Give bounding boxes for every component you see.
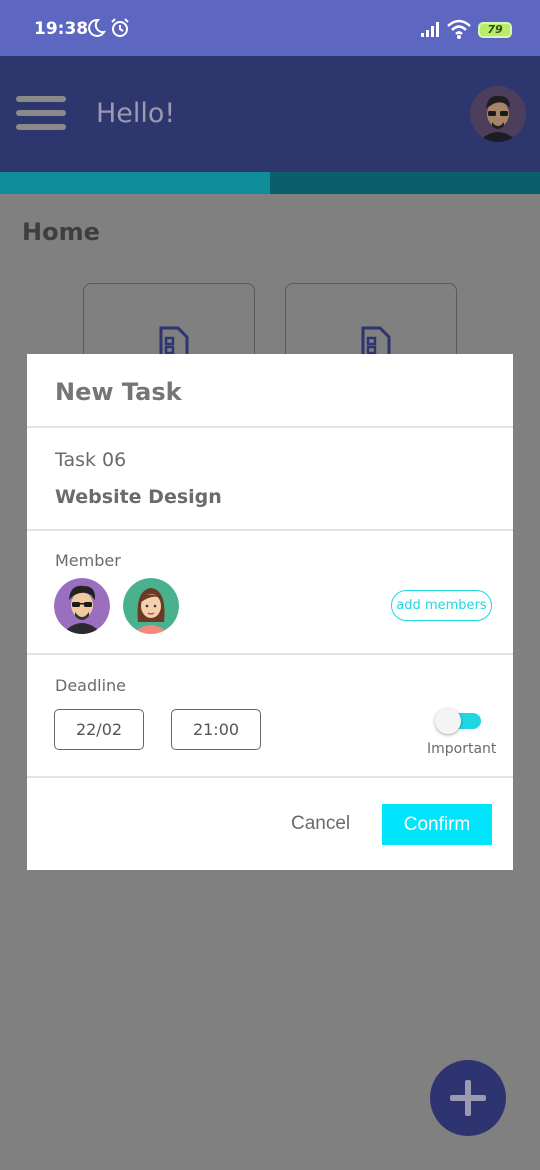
battery-level: 79 — [487, 23, 503, 36]
status-bar: 19:38 79 — [0, 0, 540, 56]
female-avatar-icon — [123, 578, 179, 634]
toggle-knob — [435, 708, 461, 734]
confirm-button[interactable]: Confirm — [382, 804, 492, 845]
divider — [27, 529, 513, 531]
page-title: Home — [22, 218, 100, 246]
cancel-button[interactable]: Cancel — [291, 813, 350, 835]
deadline-date-field[interactable]: 22/02 — [54, 709, 144, 750]
male-avatar-icon — [470, 86, 526, 142]
add-members-button[interactable]: add members — [391, 590, 492, 621]
add-task-fab[interactable] — [430, 1060, 506, 1136]
male-avatar-icon — [54, 578, 110, 634]
hamburger-menu-icon[interactable] — [16, 96, 66, 132]
divider — [27, 776, 513, 778]
divider — [27, 653, 513, 655]
deadline-label: Deadline — [55, 676, 126, 695]
battery-icon: 79 — [478, 22, 512, 38]
deadline-time-field[interactable]: 21:00 — [171, 709, 261, 750]
important-label: Important — [427, 741, 497, 757]
plus-icon — [465, 1080, 471, 1116]
important-toggle[interactable] — [435, 708, 481, 734]
signal-icon — [421, 22, 439, 37]
member-label: Member — [55, 551, 121, 570]
greeting-title: Hello! — [96, 98, 176, 129]
moon-icon — [88, 18, 106, 37]
progress-fill — [0, 172, 270, 194]
new-task-dialog: New Task Task 06 Website Design Member a — [27, 354, 513, 870]
alarm-icon — [111, 18, 129, 37]
member-avatar[interactable] — [123, 578, 179, 634]
divider — [27, 426, 513, 428]
wifi-icon — [447, 19, 471, 39]
dialog-title: New Task — [55, 378, 182, 406]
task-name[interactable]: Website Design — [55, 486, 222, 508]
progress-bar — [0, 172, 540, 194]
user-avatar[interactable] — [470, 86, 526, 142]
app-header — [0, 56, 540, 172]
status-time: 19:38 — [34, 19, 89, 39]
task-number: Task 06 — [55, 449, 127, 471]
member-avatar[interactable] — [54, 578, 110, 634]
